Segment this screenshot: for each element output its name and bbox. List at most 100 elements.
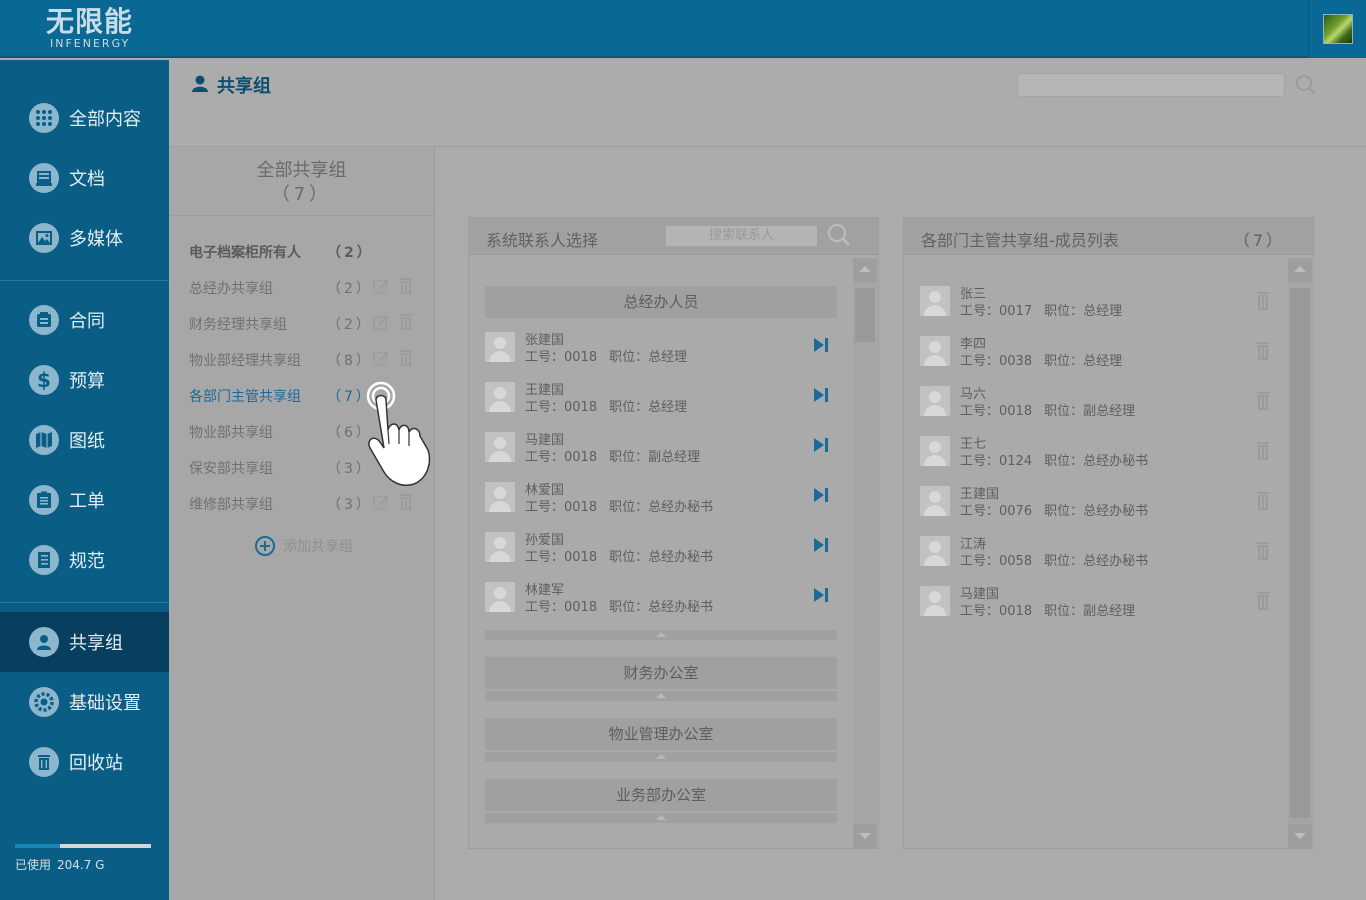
member-row[interactable]: 李四 工号：0038 职位：总经理 — [920, 336, 1270, 386]
section-collapse-toggle[interactable] — [485, 752, 837, 762]
contact-row[interactable]: 林建军 工号：0018 职位：总经办秘书 — [485, 582, 837, 632]
sidebar-item-contracts[interactable]: 合同 — [0, 290, 169, 350]
scroll-down-button[interactable] — [1288, 824, 1312, 848]
delete-icon[interactable] — [1256, 391, 1270, 411]
user-avatar-button[interactable] — [1308, 0, 1366, 58]
delete-icon[interactable] — [1256, 441, 1270, 461]
global-search-input[interactable] — [1017, 73, 1285, 97]
sidebar-item-label: 工单 — [69, 491, 105, 512]
members-scrollbar[interactable] — [1288, 258, 1312, 848]
search-icon[interactable] — [1295, 74, 1317, 96]
dollar-icon: $ — [29, 365, 59, 395]
user-group-icon — [29, 627, 59, 657]
group-count: （8） — [327, 353, 373, 369]
add-member-icon[interactable] — [813, 337, 829, 353]
member-row[interactable]: 马六 工号：0018 职位：副总经理 — [920, 386, 1270, 436]
member-row[interactable]: 王七 工号：0124 职位：总经办秘书 — [920, 436, 1270, 486]
member-row[interactable]: 江涛 工号：0058 职位：总经办秘书 — [920, 536, 1270, 586]
scroll-thumb[interactable] — [1290, 288, 1310, 818]
add-member-icon[interactable] — [813, 487, 829, 503]
contacts-section-header[interactable]: 总经办人员 — [485, 286, 837, 318]
avatar — [920, 336, 950, 366]
contact-row[interactable]: 王建国 工号：0018 职位：总经理 — [485, 382, 837, 432]
scroll-up-button[interactable] — [1288, 258, 1312, 282]
contact-row[interactable]: 林爱国 工号：0018 职位：总经办秘书 — [485, 482, 837, 532]
contact-row[interactable]: 张建国 工号：0018 职位：总经理 — [485, 332, 837, 382]
avatar — [920, 286, 950, 316]
scroll-thumb[interactable] — [855, 288, 875, 342]
add-group-label: 添加共享组 — [283, 539, 353, 555]
sidebar-item-drawings[interactable]: 图纸 — [0, 410, 169, 470]
member-row[interactable]: 马建国 工号：0018 职位：副总经理 — [920, 586, 1270, 636]
delete-icon[interactable] — [1256, 291, 1270, 311]
scroll-down-button[interactable] — [853, 824, 877, 848]
contacts-section-header[interactable]: 物业管理办公室 — [485, 718, 837, 750]
image-icon — [29, 223, 59, 253]
page-header: 共享组 — [169, 60, 1366, 147]
storage-bar — [15, 844, 151, 848]
sidebar-item-share-groups[interactable]: 共享组 — [0, 612, 169, 672]
scroll-up-button[interactable] — [853, 258, 877, 282]
add-member-icon[interactable] — [813, 537, 829, 553]
delete-icon[interactable] — [1256, 591, 1270, 611]
delete-icon[interactable] — [399, 313, 413, 331]
section-collapse-toggle[interactable] — [485, 630, 837, 640]
delete-icon[interactable] — [1256, 341, 1270, 361]
logo-subtitle: INFENERGY — [50, 37, 131, 50]
contact-row[interactable]: 孙爱国 工号：0018 职位：总经办秘书 — [485, 532, 837, 582]
storage-usage: 已使用 204.7 G — [15, 844, 151, 873]
section-collapse-toggle[interactable] — [485, 813, 837, 823]
contact-row[interactable]: 马建国 工号：0018 职位：副总经理 — [485, 432, 837, 482]
contacts-section-header[interactable]: 财务办公室 — [485, 657, 837, 689]
delete-icon[interactable] — [399, 493, 413, 511]
sidebar-item-work-orders[interactable]: 工单 — [0, 470, 169, 530]
sidebar-item-recycle-bin[interactable]: 回收站 — [0, 732, 169, 792]
document-icon — [29, 163, 59, 193]
groups-panel: 全部共享组 （7） 电子档案柜所有人 （2） 总经办共享组 （2） 财务经理共享… — [169, 147, 435, 900]
edit-icon[interactable] — [373, 278, 390, 295]
delete-icon[interactable] — [399, 277, 413, 295]
sidebar-item-standards[interactable]: 规范 — [0, 530, 169, 590]
search-icon[interactable] — [827, 223, 851, 247]
sidebar-item-multimedia[interactable]: 多媒体 — [0, 208, 169, 268]
edit-icon[interactable] — [373, 494, 390, 511]
sidebar-item-documents[interactable]: 文档 — [0, 148, 169, 208]
add-member-icon[interactable] — [813, 587, 829, 603]
member-row[interactable]: 张三 工号：0017 职位：总经理 — [920, 286, 1270, 336]
sidebar-item-all-content[interactable]: 全部内容 — [0, 88, 169, 148]
delete-icon[interactable] — [1256, 491, 1270, 511]
groups-heading-count: （7） — [271, 184, 332, 205]
map-icon — [29, 425, 59, 455]
group-item[interactable]: 维修部共享组 （3） — [189, 489, 429, 517]
section-collapse-toggle[interactable] — [485, 691, 837, 701]
contacts-section-header[interactable]: 业务部办公室 — [485, 779, 837, 811]
group-item[interactable]: 物业部经理共享组 （8） — [189, 345, 429, 373]
share-group-icon — [192, 75, 208, 92]
delete-icon[interactable] — [1256, 541, 1270, 561]
logo[interactable]: 无限能 INFENERGY — [46, 6, 146, 52]
add-group-button[interactable]: 添加共享组 — [255, 535, 353, 557]
contact-search-input[interactable]: 搜索联系人 — [665, 225, 818, 247]
edit-icon[interactable] — [373, 350, 390, 367]
contacts-panel-header: 系统联系人选择 搜索联系人 — [469, 218, 878, 255]
book-icon — [29, 545, 59, 575]
group-item[interactable]: 总经办共享组 （2） — [189, 273, 429, 301]
contacts-panel: 系统联系人选择 搜索联系人 总经办人员 张建国 工号：0018 职位：总经理 王建… — [468, 217, 879, 849]
member-row[interactable]: 王建国 工号：0076 职位：总经办秘书 — [920, 486, 1270, 536]
avatar — [920, 536, 950, 566]
member-info: 工号：0017 职位：总经理 — [960, 304, 1123, 319]
edit-icon[interactable] — [373, 314, 390, 331]
contacts-scrollbar[interactable] — [853, 258, 877, 848]
sidebar-item-settings[interactable]: 基础设置 — [0, 672, 169, 732]
group-item[interactable]: 电子档案柜所有人 （2） — [189, 237, 429, 265]
sidebar-item-budget[interactable]: $ 预算 — [0, 350, 169, 410]
sidebar-item-label: 合同 — [69, 311, 105, 332]
sidebar-item-label: 全部内容 — [69, 109, 141, 130]
add-member-icon[interactable] — [813, 437, 829, 453]
group-item[interactable]: 财务经理共享组 （2） — [189, 309, 429, 337]
sidebar-item-label: 回收站 — [69, 753, 123, 774]
group-name: 总经办共享组 — [189, 281, 273, 297]
add-member-icon[interactable] — [813, 387, 829, 403]
delete-icon[interactable] — [399, 349, 413, 367]
trash-icon — [29, 747, 59, 777]
